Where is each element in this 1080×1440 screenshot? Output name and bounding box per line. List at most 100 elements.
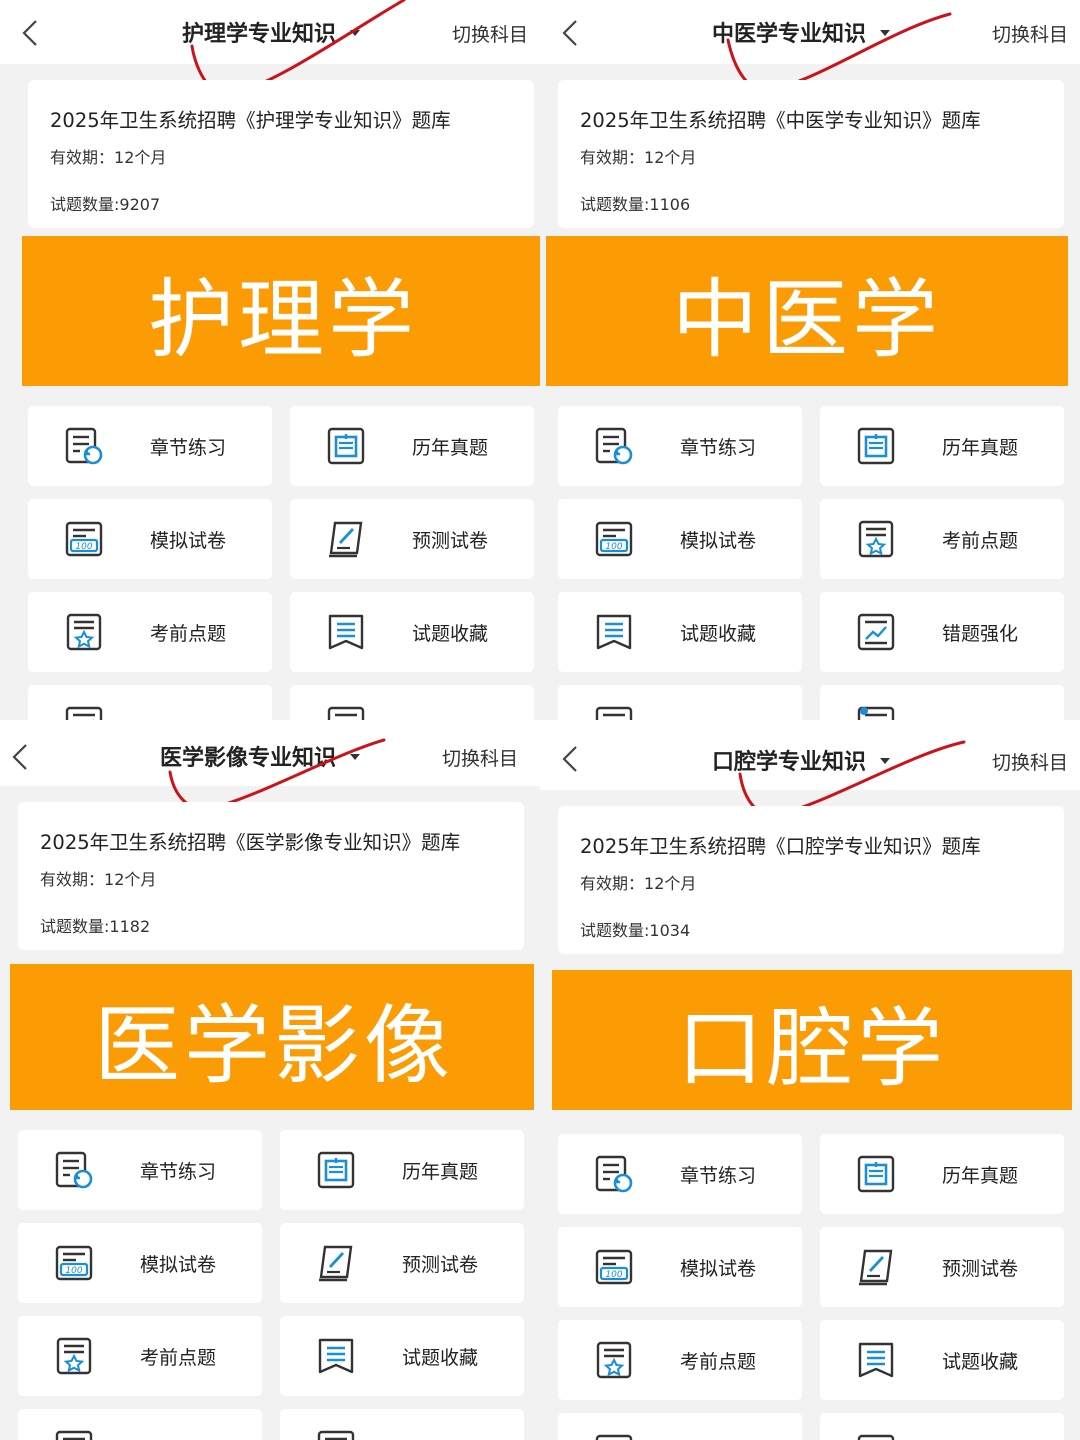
wrong-questions-icon: [594, 1433, 634, 1440]
feature-tile-label: 考前点题: [680, 1351, 757, 1373]
feature-tile-label: 历年真题: [402, 1161, 479, 1183]
feature-tile[interactable]: [558, 1413, 802, 1440]
back-arrow-icon[interactable]: [556, 18, 584, 48]
feature-tile[interactable]: 预测试卷: [280, 1223, 524, 1303]
validity: 有效期：12个月: [50, 144, 166, 168]
question-bank-card[interactable]: 2025年卫生系统招聘《护理学专业知识》题库 有效期：12个月 试题数量:920…: [28, 80, 534, 228]
feature-tile[interactable]: [280, 1409, 524, 1440]
past-papers-icon: [856, 426, 896, 466]
app-screen-tcm: 中医学专业知识 切换科目 2025年卫生系统招聘《中医学专业知识》题库 有效期：…: [540, 0, 1080, 720]
chapter-practice-icon: [54, 1150, 94, 1190]
subject-selector[interactable]: 医学影像专业知识: [160, 740, 361, 772]
feature-tile[interactable]: [820, 685, 1064, 720]
count-value: 9207: [119, 195, 161, 214]
validity-value: 12个月: [644, 874, 697, 893]
validity: 有效期：12个月: [40, 866, 156, 890]
question-bank-card[interactable]: 2025年卫生系统招聘《口腔学专业知识》题库 有效期：12个月 试题数量:103…: [558, 806, 1064, 954]
caret-down-icon: [880, 758, 891, 764]
feature-tile[interactable]: 考前点题: [820, 499, 1064, 579]
favorites-icon: [594, 612, 634, 652]
feature-tile-label: 章节练习: [680, 437, 757, 459]
subject-selector[interactable]: 口腔学专业知识: [712, 744, 891, 776]
bank-title: 2025年卫生系统招聘《护理学专业知识》题库: [50, 109, 451, 132]
mock-exam-icon: 100: [594, 1247, 634, 1287]
feature-tile-label: 历年真题: [412, 437, 489, 459]
notes-icon: [856, 705, 896, 720]
question-count: 试题数量:1182: [40, 913, 150, 937]
caret-down-icon: [350, 30, 361, 36]
feature-tile[interactable]: 历年真题: [820, 1134, 1064, 1214]
feature-tile[interactable]: 章节练习: [18, 1130, 262, 1210]
predicted-exam-icon: [316, 1243, 356, 1283]
feature-tile[interactable]: [820, 1413, 1064, 1440]
feature-tile[interactable]: 试题收藏: [280, 1316, 524, 1396]
feature-tile[interactable]: 试题收藏: [558, 592, 802, 672]
question-bank-card[interactable]: 2025年卫生系统招聘《医学影像专业知识》题库 有效期：12个月 试题数量:11…: [18, 802, 524, 950]
top-bar: 医学影像专业知识 切换科目: [0, 720, 540, 786]
feature-tile[interactable]: 预测试卷: [820, 1227, 1064, 1307]
validity-label: 有效期：: [40, 870, 105, 889]
chapter-practice-icon: [64, 426, 104, 466]
history-icon: [316, 1429, 356, 1440]
back-arrow-icon[interactable]: [556, 744, 584, 774]
feature-tile[interactable]: 试题收藏: [820, 1320, 1064, 1400]
feature-tile-label: 模拟试卷: [680, 530, 757, 552]
mock-exam-icon: 100: [64, 519, 104, 559]
history-icon: [594, 705, 634, 720]
history-icon: [856, 1433, 896, 1440]
chapter-practice-icon: [594, 426, 634, 466]
back-arrow-icon[interactable]: [6, 742, 34, 772]
feature-tile[interactable]: 历年真题: [280, 1130, 524, 1210]
feature-tile[interactable]: [290, 685, 534, 720]
subject-selector[interactable]: 中医学专业知识: [712, 16, 891, 48]
pre-exam-tips-icon: [64, 612, 104, 652]
validity-label: 有效期：: [50, 148, 115, 167]
wrong-questions-icon: [856, 612, 896, 652]
subject-title: 中医学专业知识: [712, 22, 867, 47]
wrong-questions-icon: [54, 1429, 94, 1440]
app-screen-stomatology: 口腔学专业知识 切换科目 2025年卫生系统招聘《口腔学专业知识》题库 有效期：…: [540, 720, 1080, 1440]
feature-tile[interactable]: 考前点题: [18, 1316, 262, 1396]
mock-exam-icon: 100: [594, 519, 634, 559]
validity-value: 12个月: [644, 148, 697, 167]
feature-tile[interactable]: 100 模拟试卷: [18, 1223, 262, 1303]
back-arrow-icon[interactable]: [16, 18, 44, 48]
switch-subject-link[interactable]: 切换科目: [992, 748, 1068, 775]
switch-subject-link[interactable]: 切换科目: [992, 20, 1068, 47]
feature-tile[interactable]: [558, 685, 802, 720]
app-screen-imaging: 医学影像专业知识 切换科目 2025年卫生系统招聘《医学影像专业知识》题库 有效…: [0, 720, 540, 1440]
question-bank-card[interactable]: 2025年卫生系统招聘《中医学专业知识》题库 有效期：12个月 试题数量:110…: [558, 80, 1064, 228]
feature-tile[interactable]: 历年真题: [820, 406, 1064, 486]
feature-tile-label: 章节练习: [150, 437, 227, 459]
favorites-icon: [856, 1340, 896, 1380]
feature-tile[interactable]: 100 模拟试卷: [558, 1227, 802, 1307]
count-label: 试题数量:: [50, 195, 120, 214]
top-bar: 口腔学专业知识 切换科目: [540, 720, 1080, 790]
feature-tile[interactable]: 试题收藏: [290, 592, 534, 672]
validity-label: 有效期：: [580, 148, 645, 167]
feature-tile-label: 章节练习: [680, 1165, 757, 1187]
feature-tile[interactable]: 考前点题: [558, 1320, 802, 1400]
feature-tile-label: 试题收藏: [942, 1351, 1019, 1373]
feature-tile[interactable]: [18, 1409, 262, 1440]
count-value: 1106: [649, 195, 691, 214]
count-label: 试题数量:: [40, 917, 110, 936]
feature-tile[interactable]: 预测试卷: [290, 499, 534, 579]
subject-selector[interactable]: 护理学专业知识: [182, 16, 361, 48]
feature-tile[interactable]: 历年真题: [290, 406, 534, 486]
feature-tile[interactable]: 章节练习: [558, 1134, 802, 1214]
feature-tile[interactable]: 错题强化: [820, 592, 1064, 672]
favorites-icon: [326, 612, 366, 652]
mock-exam-icon: 100: [54, 1243, 94, 1283]
switch-subject-link[interactable]: 切换科目: [452, 20, 528, 47]
feature-tile[interactable]: 100 模拟试卷: [28, 499, 272, 579]
svg-text:100: 100: [605, 542, 622, 552]
feature-tile[interactable]: 100 模拟试卷: [558, 499, 802, 579]
feature-tile[interactable]: [28, 685, 272, 720]
feature-tile[interactable]: 考前点题: [28, 592, 272, 672]
predicted-exam-icon: [326, 519, 366, 559]
subject-title: 护理学专业知识: [182, 22, 337, 47]
feature-tile[interactable]: 章节练习: [558, 406, 802, 486]
feature-tile[interactable]: 章节练习: [28, 406, 272, 486]
switch-subject-link[interactable]: 切换科目: [442, 744, 518, 771]
